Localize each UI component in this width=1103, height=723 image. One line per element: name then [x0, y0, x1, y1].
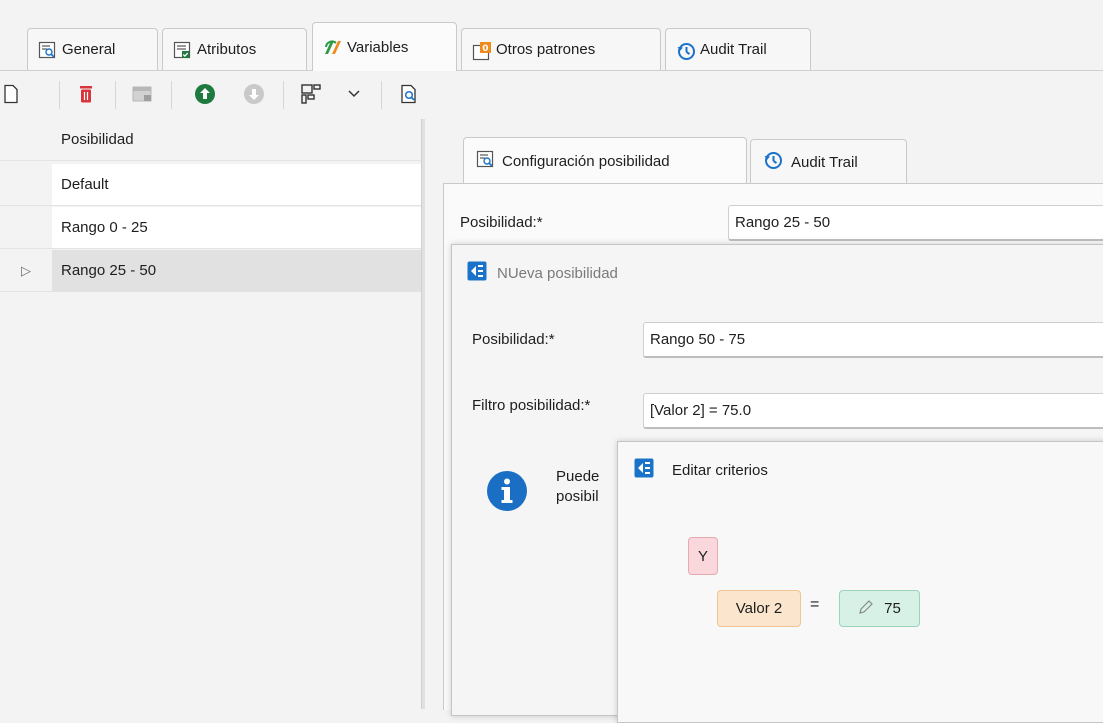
form-search-icon	[38, 41, 56, 59]
filtro-posibilidad-field[interactable]: [Valor 2] = 75.0	[643, 393, 1103, 429]
tab-audit-trail-label: Audit Trail	[700, 41, 767, 58]
arrow-down-circle-icon	[244, 84, 264, 104]
posibilidad-field[interactable]: Rango 25 - 50	[728, 205, 1103, 241]
window-button[interactable]	[131, 83, 153, 105]
info-message-line1: Puede	[556, 468, 600, 485]
filter-app-icon	[467, 261, 487, 285]
dialog-posibilidad-field[interactable]: Rango 50 - 75	[643, 322, 1103, 358]
row-cell: Rango 25 - 50	[52, 250, 421, 291]
row-indicator	[0, 207, 52, 248]
new-document-icon	[4, 84, 18, 104]
new-document-button[interactable]	[0, 83, 22, 105]
tab-atributos-label: Atributos	[197, 41, 257, 58]
move-up-button[interactable]	[194, 83, 216, 105]
arrow-up-circle-icon	[195, 84, 215, 104]
row-cell: Rango 0 - 25	[52, 207, 421, 248]
tab-variables-label: Variables	[347, 38, 409, 56]
grid-header: Posibilidad	[0, 119, 421, 161]
tab-detail-audit-trail[interactable]: Audit Trail	[750, 139, 907, 184]
column-header-posibilidad[interactable]: Posibilidad	[52, 119, 421, 160]
table-row-selected[interactable]: ▷ Rango 25 - 50	[0, 250, 421, 292]
filter-app-icon	[634, 458, 654, 482]
search-document-icon	[401, 84, 416, 104]
dialog-posibilidad-label: Posibilidad:*	[472, 331, 555, 348]
move-down-button[interactable]	[243, 83, 265, 105]
tab-otros-patrones[interactable]: 0 Otros patrones	[461, 28, 661, 70]
patterns-icon: 0	[472, 41, 491, 60]
svg-text:0: 0	[482, 44, 488, 54]
criteria-value-chip[interactable]: 75	[839, 590, 920, 627]
chevron-down-icon	[348, 90, 360, 98]
layout-dropdown-button[interactable]	[343, 83, 365, 105]
tab-otros-patrones-label: Otros patrones	[496, 41, 596, 58]
history-icon	[676, 41, 695, 60]
new-possibility-dialog-title: NUeva posibilidad	[467, 261, 618, 285]
tab-audit-trail[interactable]: Audit Trail	[665, 28, 811, 70]
posibilidad-label: Posibilidad:*	[460, 214, 543, 231]
possibilities-grid: Posibilidad Default Rango 0 - 25 ▷ Rango…	[0, 119, 421, 709]
tab-detail-audit-trail-label: Audit Trail	[791, 153, 858, 171]
info-message-line2: posibil	[556, 488, 599, 505]
form-search-icon	[476, 150, 494, 172]
row-cell: Default	[52, 164, 421, 205]
toolbar-separator	[59, 81, 60, 109]
row-indicator-header	[0, 119, 52, 160]
new-possibility-title-text: NUeva posibilidad	[497, 264, 618, 282]
row-indicator	[0, 164, 52, 205]
tab-variables[interactable]: Variables	[312, 22, 457, 71]
table-row[interactable]: Rango 0 - 25	[0, 207, 421, 249]
preview-button[interactable]	[398, 83, 420, 105]
tab-atributos[interactable]: Atributos	[162, 28, 307, 70]
tab-general-label: General	[62, 41, 116, 58]
tab-general[interactable]: General	[27, 28, 158, 70]
group-operator-and[interactable]: Y	[688, 537, 718, 575]
table-row[interactable]: Default	[0, 164, 421, 206]
criteria-field-chip[interactable]: Valor 2	[717, 590, 801, 627]
delete-button[interactable]	[75, 83, 97, 105]
row-selected-indicator: ▷	[21, 262, 31, 278]
filtro-posibilidad-label: Filtro posibilidad:*	[472, 397, 591, 414]
main-tab-strip: General Atributos Variables 0 Otros patr…	[0, 0, 1103, 71]
toolbar-separator	[381, 81, 382, 109]
info-message: Puede posibil	[556, 467, 599, 507]
attributes-icon	[173, 41, 191, 59]
criteria-operator[interactable]: =	[810, 596, 819, 614]
layout-icon	[301, 84, 321, 104]
window-icon	[132, 86, 152, 102]
edit-criteria-title-text: Editar criterios	[672, 461, 768, 479]
layout-button[interactable]	[300, 83, 322, 105]
criteria-value-text: 75	[884, 600, 901, 617]
history-icon	[763, 150, 783, 174]
toolbar	[0, 71, 1103, 120]
toolbar-separator	[171, 81, 172, 109]
toolbar-separator	[283, 81, 284, 109]
trash-icon	[80, 86, 92, 103]
edit-criteria-dialog	[617, 441, 1103, 723]
pencil-icon	[858, 599, 874, 619]
edit-criteria-dialog-title: Editar criterios	[634, 458, 768, 482]
variables-icon	[323, 38, 341, 56]
toolbar-separator	[115, 81, 116, 109]
tab-configuracion-label: Configuración posibilidad	[502, 152, 670, 170]
tab-configuracion-posibilidad[interactable]: Configuración posibilidad	[463, 137, 747, 184]
info-icon	[486, 470, 528, 512]
